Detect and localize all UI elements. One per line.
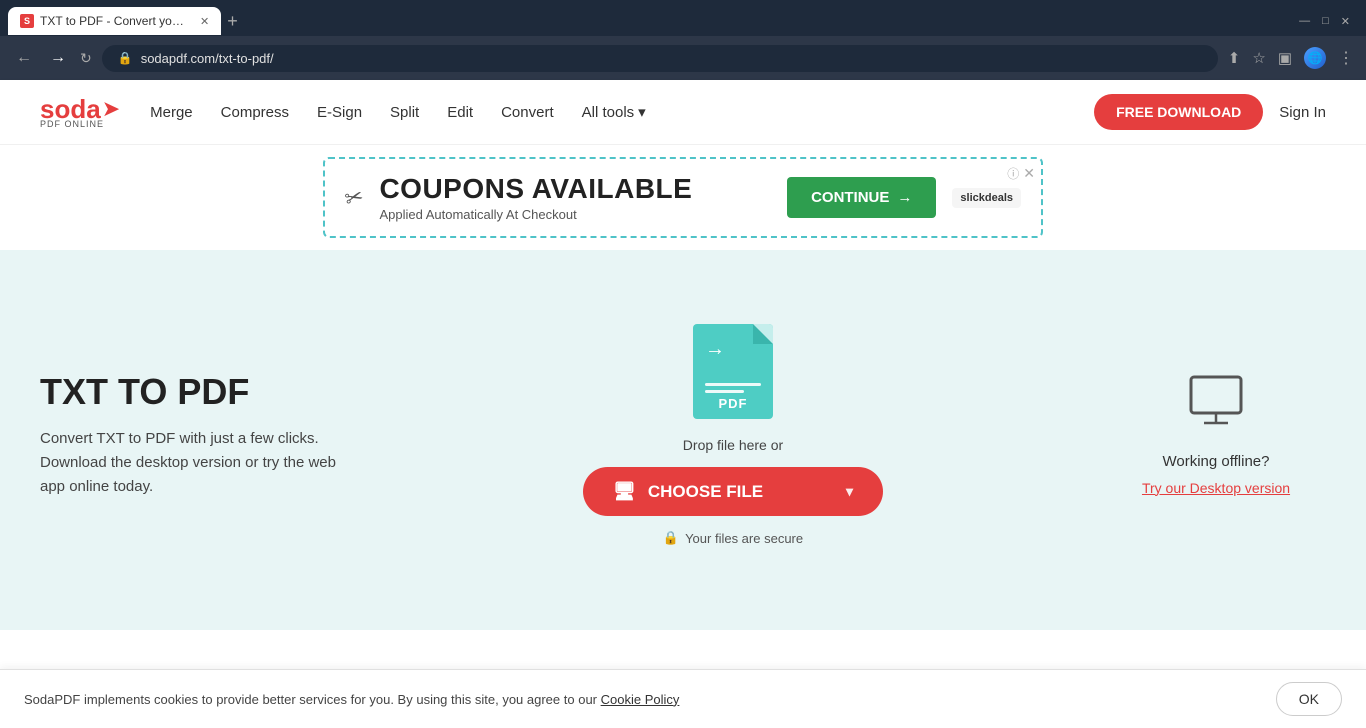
cookie-text: SodaPDF implements cookies to provide be… (24, 692, 679, 707)
working-offline-text: Working offline? (1162, 453, 1269, 470)
maximize-button[interactable]: □ (1322, 15, 1329, 28)
ad-slickdeals-logo: slickdeals (952, 188, 1021, 208)
ad-subtext: Applied Automatically At Checkout (379, 207, 771, 222)
secure-lock-icon: 🔒 (118, 51, 133, 65)
left-section: TXT TO PDF Convert TXT to PDF with just … (40, 371, 360, 499)
refresh-button[interactable]: ↻ (80, 50, 92, 67)
ad-banner: ✂ COUPONS AVAILABLE Applied Automaticall… (0, 145, 1366, 250)
pdf-arrow-icon: → (705, 338, 725, 361)
close-button[interactable]: ✕ (1341, 15, 1350, 28)
forward-button[interactable]: → (46, 47, 70, 69)
extension-icon[interactable]: ▣ (1278, 49, 1292, 67)
nav-merge[interactable]: Merge (150, 104, 193, 121)
nav-all-tools[interactable]: All tools ▾ (582, 103, 646, 121)
lock-green-icon: 🔒 (663, 530, 679, 546)
pdf-line-2 (705, 390, 744, 393)
logo[interactable]: soda ➤ PDF ONLINE (40, 96, 120, 129)
logo-soda-text: soda (40, 96, 101, 122)
nav-edit[interactable]: Edit (447, 104, 473, 121)
nav-convert[interactable]: Convert (501, 104, 554, 121)
arrow-right-icon: → (897, 189, 912, 206)
site-header: soda ➤ PDF ONLINE Merge Compress E-Sign … (0, 80, 1366, 145)
cookie-bar: SodaPDF implements cookies to provide be… (0, 669, 1366, 728)
active-tab[interactable]: S TXT to PDF - Convert your TXT t... ✕ (8, 7, 221, 35)
pdf-label: PDF (693, 396, 773, 411)
share-icon[interactable]: ⬆ (1228, 49, 1241, 67)
minimize-button[interactable]: — (1299, 15, 1310, 28)
free-download-button[interactable]: FREE DOWNLOAD (1094, 94, 1263, 130)
page-title: TXT TO PDF (40, 371, 360, 413)
ad-headline: COUPONS AVAILABLE (379, 173, 771, 205)
chevron-down-icon: ▾ (638, 103, 646, 121)
profile-icon[interactable]: 🌐 (1304, 47, 1326, 69)
browser-chrome: S TXT to PDF - Convert your TXT t... ✕ +… (0, 0, 1366, 80)
tab-favicon: S (20, 14, 34, 28)
drop-text: Drop file here or (683, 437, 783, 453)
scissors-icon: ✂ (342, 183, 367, 213)
main-nav: Merge Compress E-Sign Split Edit Convert… (150, 103, 1094, 121)
pdf-body: → PDF (693, 324, 773, 419)
logo-text-group: soda ➤ PDF ONLINE (40, 96, 120, 129)
logo-sub-text: PDF ONLINE (40, 120, 120, 129)
ad-continue-button[interactable]: CONTINUE → (787, 177, 936, 218)
menu-icon[interactable]: ⋮ (1338, 48, 1354, 68)
ad-info-icon[interactable]: ⓘ (1007, 165, 1019, 182)
bookmark-icon[interactable]: ☆ (1252, 49, 1265, 67)
address-bar: ← → ↻ 🔒 sodapdf.com/txt-to-pdf/ ⬆ ☆ ▣ 🌐 … (0, 36, 1366, 80)
ad-close-buttons: ⓘ ✕ (1007, 165, 1035, 182)
ad-inner: ✂ COUPONS AVAILABLE Applied Automaticall… (323, 157, 1043, 238)
logo-arrow-icon: ➤ (102, 96, 120, 122)
ad-text-group: COUPONS AVAILABLE Applied Automatically … (379, 173, 771, 222)
choose-file-button[interactable]: 🖥 CHOOSE FILE ▾ (583, 467, 883, 516)
cookie-ok-button[interactable]: OK (1276, 682, 1342, 716)
back-button[interactable]: ← (12, 47, 36, 69)
url-text: sodapdf.com/txt-to-pdf/ (141, 51, 274, 66)
pdf-lines (705, 383, 761, 397)
secure-text: 🔒 Your files are secure (663, 530, 803, 546)
choose-file-label: CHOOSE FILE (648, 482, 763, 502)
main-content: TXT TO PDF Convert TXT to PDF with just … (0, 250, 1366, 630)
slickdeals-text: slickdeals (952, 188, 1021, 208)
url-bar[interactable]: 🔒 sodapdf.com/txt-to-pdf/ (102, 45, 1218, 72)
ad-close-icon[interactable]: ✕ (1023, 165, 1035, 182)
new-tab-button[interactable]: + (227, 12, 238, 30)
tab-title: TXT to PDF - Convert your TXT t... (40, 14, 190, 28)
tab-bar: S TXT to PDF - Convert your TXT t... ✕ +… (0, 0, 1366, 36)
pdf-file-icon: → PDF (693, 324, 773, 419)
pdf-corner-fold (753, 324, 773, 344)
right-section: Working offline? Try our Desktop version (1106, 375, 1326, 496)
nav-esign[interactable]: E-Sign (317, 104, 362, 121)
pdf-line-1 (705, 383, 761, 386)
nav-split[interactable]: Split (390, 104, 419, 121)
desktop-monitor-icon (1186, 375, 1246, 443)
tab-close-icon[interactable]: ✕ (200, 15, 209, 28)
nav-compress[interactable]: Compress (221, 104, 289, 121)
nav-actions: FREE DOWNLOAD Sign In (1094, 94, 1326, 130)
sign-in-button[interactable]: Sign In (1279, 104, 1326, 121)
desktop-version-link[interactable]: Try our Desktop version (1142, 480, 1290, 496)
choose-file-left: 🖥 CHOOSE FILE (613, 481, 763, 502)
monitor-icon: 🖥 (613, 481, 636, 502)
dropdown-arrow-icon: ▾ (846, 483, 853, 500)
browser-actions: ⬆ ☆ ▣ 🌐 ⋮ (1228, 47, 1354, 69)
cookie-policy-link[interactable]: Cookie Policy (601, 692, 680, 707)
page-description: Convert TXT to PDF with just a few click… (40, 427, 360, 499)
center-section: → PDF Drop file here or 🖥 CHOOSE FILE ▾ … (360, 324, 1106, 546)
window-controls: — □ ✕ (1299, 15, 1358, 28)
